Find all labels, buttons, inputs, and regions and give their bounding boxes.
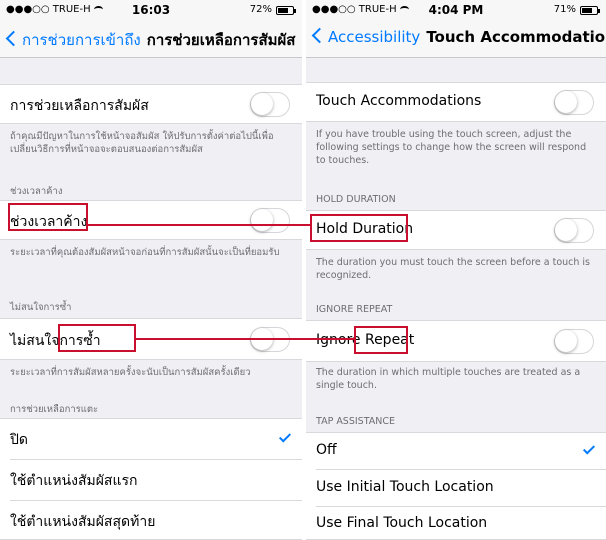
touch-accommodations-toggle[interactable] xyxy=(250,92,290,117)
option-label: Use Initial Touch Location xyxy=(316,479,494,495)
ignore-repeat-footnote: ระยะเวลาที่การสัมผัสหลายครั้งจะนับเป็นกา… xyxy=(10,367,251,378)
ignore-repeat-label-part1: ไม่สนใจ xyxy=(10,333,60,349)
battery-percent: 71% xyxy=(553,4,576,15)
ignore-repeat-label: ไม่สนใจการซ้ำ xyxy=(10,330,101,352)
chevron-left-icon xyxy=(5,30,22,47)
toggle-knob xyxy=(555,219,577,241)
chevron-left-icon xyxy=(311,27,328,44)
tap-option-initial[interactable]: ใช้ตำแหน่งสัมผัสแรก xyxy=(0,460,302,500)
hold-duration-cell: Hold Duration xyxy=(306,210,606,250)
hold-duration-toggle[interactable] xyxy=(554,218,594,243)
touch-accommodations-footnote: ถ้าคุณมีปัญหาในการใช้หน้าจอสัมผัส ให้ปรั… xyxy=(10,131,274,155)
back-label: Accessibility xyxy=(328,28,421,46)
hold-duration-header: ช่วงเวลาค้าง xyxy=(10,186,63,197)
page-title: การช่วยเหลือการสัมผัส xyxy=(146,31,296,49)
battery-icon xyxy=(580,6,600,15)
tap-option-final[interactable]: ใช้ตำแหน่งสัมผัสสุดท้าย xyxy=(0,501,302,540)
option-label: ใช้ตำแหน่งสัมผัสสุดท้าย xyxy=(10,514,156,530)
hold-duration-footnote: The duration you must touch the screen b… xyxy=(316,257,591,281)
status-bar: ●●●○○ TRUE-H 16:03 72% xyxy=(0,0,302,20)
ignore-repeat-footnote: The duration in which multiple touches a… xyxy=(316,367,581,391)
touch-accommodations-label: การช่วยเหลือการสัมผัส xyxy=(10,98,149,114)
option-label: Off xyxy=(316,442,337,458)
ignore-repeat-cell: Ignore Repeat xyxy=(306,320,606,362)
hold-duration-label: Hold Duration xyxy=(316,221,414,237)
toggle-knob xyxy=(555,91,577,113)
annotation-connector-repeat xyxy=(136,338,354,340)
navigation-bar: การช่วยการเข้าถึง การช่วยเหลือการสัมผัส xyxy=(0,20,302,58)
english-settings-screen: ●●●○○ TRUE-H 4:04 PM 71% Accessibility To… xyxy=(306,0,606,540)
touch-accommodations-toggle[interactable] xyxy=(554,90,594,115)
checkmark-icon xyxy=(582,442,596,455)
back-button[interactable]: การช่วยการเข้าถึง การช่วยเหลือการสัมผัส xyxy=(4,28,295,52)
checkmark-icon xyxy=(278,430,292,443)
ignore-repeat-header: ไม่สนใจการซ้ำ xyxy=(10,302,72,313)
touch-accommodations-cell: Touch Accommodations xyxy=(306,82,606,122)
option-label: ใช้ตำแหน่งสัมผัสแรก xyxy=(10,473,138,489)
ignore-repeat-header: IGNORE REPEAT xyxy=(316,304,393,315)
toggle-knob xyxy=(251,93,273,115)
tap-assistance-header: TAP ASSISTANCE xyxy=(316,416,396,427)
back-button[interactable]: Accessibility Touch Accommodations xyxy=(310,27,606,46)
hold-duration-footnote: ระยะเวลาที่คุณต้องสัมผัสหน้าจอก่อนที่การ… xyxy=(10,247,280,258)
battery-percent: 72% xyxy=(249,4,272,15)
thai-settings-screen: ●●●○○ TRUE-H 16:03 72% การช่วยการเข้าถึง… xyxy=(0,0,302,540)
tap-option-final[interactable]: Use Final Touch Location xyxy=(306,507,606,540)
hold-duration-header: HOLD DURATION xyxy=(316,194,396,205)
tap-option-initial[interactable]: Use Initial Touch Location xyxy=(306,470,606,506)
hold-duration-cell: ช่วงเวลาค้าง xyxy=(0,200,302,240)
ignore-repeat-label-part2: Repeat xyxy=(364,332,415,348)
touch-accommodations-label: Touch Accommodations xyxy=(316,93,482,109)
tap-assistance-group: ปิด ใช้ตำแหน่งสัมผัสแรก ใช้ตำแหน่งสัมผัส… xyxy=(0,418,302,540)
ignore-repeat-toggle[interactable] xyxy=(554,329,594,354)
navigation-bar: Accessibility Touch Accommodations xyxy=(306,20,606,58)
hold-duration-label: ช่วงเวลาค้าง xyxy=(10,214,88,230)
ignore-repeat-label-part2: การซ้ำ xyxy=(59,333,101,349)
option-label: Use Final Touch Location xyxy=(316,515,488,531)
touch-accommodations-cell: การช่วยเหลือการสัมผัส xyxy=(0,84,302,124)
page-title: Touch Accommodations xyxy=(426,28,606,46)
back-label: การช่วยการเข้าถึง xyxy=(22,31,141,49)
ignore-repeat-label: Ignore Repeat xyxy=(316,332,414,348)
toggle-knob xyxy=(251,209,273,231)
battery-icon xyxy=(276,6,296,15)
toggle-knob xyxy=(555,330,577,352)
option-label: ปิด xyxy=(10,432,28,448)
status-bar: ●●●○○ TRUE-H 4:04 PM 71% xyxy=(306,0,606,20)
ignore-repeat-label-part1: Ignore xyxy=(316,332,365,348)
tap-option-off[interactable]: Off xyxy=(306,433,606,469)
hold-duration-toggle[interactable] xyxy=(250,208,290,233)
tap-assistance-header: การช่วยเหลือการแตะ xyxy=(10,404,99,415)
touch-accommodations-footnote: If you have trouble using the touch scre… xyxy=(316,129,587,166)
tap-assistance-group: Off Use Initial Touch Location Use Final… xyxy=(306,432,606,540)
tap-option-off[interactable]: ปิด xyxy=(0,419,302,459)
annotation-connector-hold-duration xyxy=(88,224,310,226)
